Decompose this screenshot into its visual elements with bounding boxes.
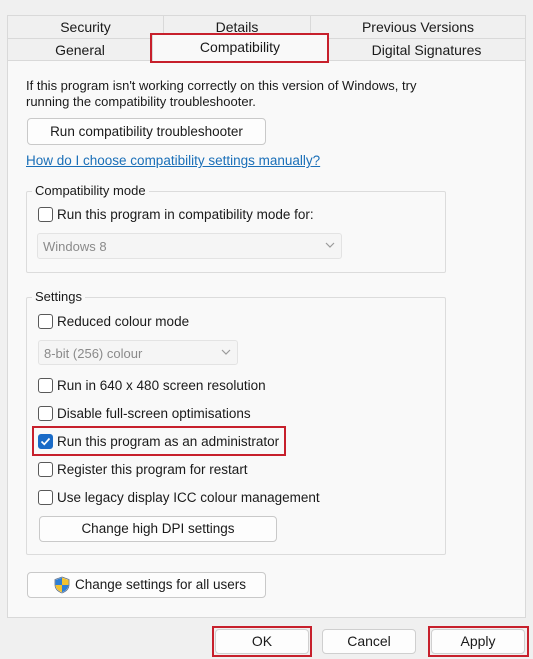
colour-mode-select: 8-bit (256) colour: [38, 340, 238, 365]
shield-icon: [54, 576, 70, 594]
tab-digital-signatures[interactable]: Digital Signatures: [327, 38, 526, 61]
apply-button[interactable]: Apply: [431, 629, 525, 654]
legacy-icc-checkbox[interactable]: [38, 490, 53, 505]
cancel-label: Cancel: [347, 633, 391, 649]
fullscreen-optimisations-label: Disable full-screen optimisations: [57, 406, 251, 421]
tab-security-label: Security: [60, 19, 111, 35]
run-troubleshooter-label: Run compatibility troubleshooter: [50, 124, 243, 139]
compatibility-mode-group: [26, 191, 446, 273]
intro-line-1: If this program isn't working correctly …: [26, 78, 417, 93]
checkmark-icon: [40, 437, 51, 446]
ok-label: OK: [251, 633, 273, 649]
tab-compatibility-label: Compatibility: [199, 39, 281, 55]
change-dpi-label: Change high DPI settings: [81, 521, 235, 536]
reduced-colour-label: Reduced colour mode: [57, 314, 190, 329]
tab-compatibility[interactable]: Compatibility: [152, 34, 328, 61]
tab-security[interactable]: Security: [7, 15, 164, 39]
fullscreen-optimisations-checkbox[interactable]: [38, 406, 53, 421]
colour-mode-select-value: 8-bit (256) colour: [44, 346, 143, 361]
tab-previous-versions-label: Previous Versions: [361, 19, 475, 35]
cancel-button[interactable]: Cancel: [322, 629, 416, 654]
run-as-admin-label: Run this program as an administrator: [57, 434, 280, 449]
legacy-icc-label: Use legacy display ICC colour management: [57, 490, 320, 505]
compat-mode-select-value: Windows 8: [43, 239, 107, 254]
resolution-640-checkbox[interactable]: [38, 378, 53, 393]
register-restart-checkbox[interactable]: [38, 462, 53, 477]
register-restart-label: Register this program for restart: [57, 462, 248, 477]
settings-legend: Settings: [32, 289, 85, 304]
tab-general-label: General: [55, 42, 105, 58]
tab-general[interactable]: General: [7, 38, 153, 61]
help-link[interactable]: How do I choose compatibility settings m…: [26, 153, 320, 168]
intro-line-2: running the compatibility troubleshooter…: [26, 94, 256, 109]
resolution-640-label: Run in 640 x 480 screen resolution: [57, 378, 266, 393]
reduced-colour-checkbox[interactable]: [38, 314, 53, 329]
tab-previous-versions[interactable]: Previous Versions: [310, 15, 526, 39]
tab-digital-signatures-label: Digital Signatures: [371, 42, 482, 58]
apply-label: Apply: [460, 633, 496, 649]
change-all-users-button[interactable]: Change settings for all users: [27, 572, 266, 598]
compat-mode-checkbox[interactable]: [38, 207, 53, 222]
run-as-admin-checkbox[interactable]: [38, 434, 53, 449]
compat-mode-label: Run this program in compatibility mode f…: [57, 207, 314, 222]
chevron-down-icon: [325, 242, 335, 248]
compatibility-mode-legend: Compatibility mode: [32, 183, 149, 198]
compat-mode-select: Windows 8: [37, 233, 342, 259]
run-troubleshooter-button[interactable]: Run compatibility troubleshooter: [27, 118, 266, 145]
change-dpi-button[interactable]: Change high DPI settings: [39, 516, 277, 542]
ok-button[interactable]: OK: [215, 629, 309, 654]
chevron-down-icon: [221, 349, 231, 355]
